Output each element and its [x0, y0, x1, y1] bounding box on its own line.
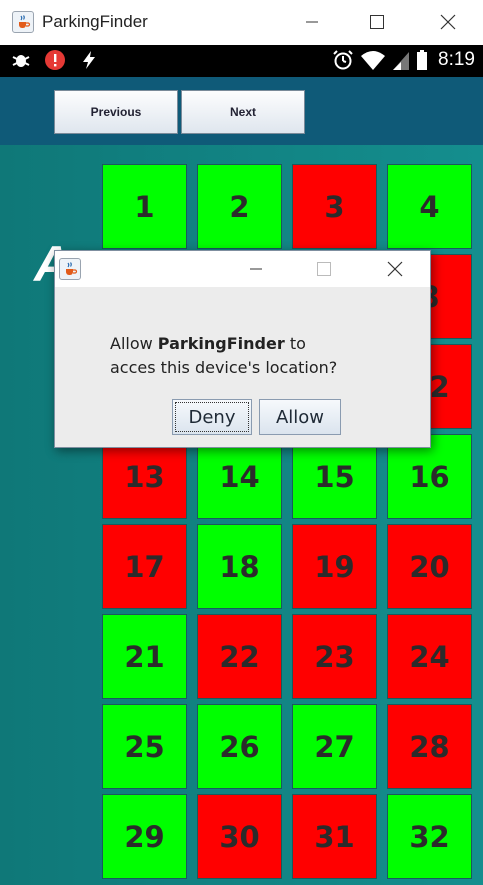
window-titlebar: ParkingFinder [0, 0, 483, 45]
dialog-message: Allow ParkingFinder to acces this device… [110, 332, 337, 380]
parking-spot-22[interactable]: 22 [197, 614, 282, 699]
minimize-icon [250, 268, 262, 270]
flash-icon [83, 51, 95, 69]
parking-spot-2[interactable]: 2 [197, 164, 282, 249]
dialog-close-button[interactable] [380, 255, 410, 283]
parking-spot-1[interactable]: 1 [102, 164, 187, 249]
message-line2: acces this device's location? [110, 358, 338, 377]
parking-spot-4[interactable]: 4 [387, 164, 472, 249]
parking-spot-28[interactable]: 28 [387, 704, 472, 789]
parking-spot-31[interactable]: 31 [292, 794, 377, 879]
maximize-icon [317, 262, 331, 276]
dialog-maximize-button[interactable] [309, 255, 339, 283]
java-cup-icon [59, 258, 81, 280]
signal-icon [393, 52, 410, 70]
allow-button[interactable]: Allow [259, 399, 341, 435]
status-bar: 8:19 [0, 45, 483, 77]
parking-spot-26[interactable]: 26 [197, 704, 282, 789]
battery-icon [417, 50, 428, 70]
window-title: ParkingFinder [42, 12, 148, 31]
wifi-icon [361, 51, 386, 70]
previous-button[interactable]: Previous [54, 90, 178, 134]
close-icon [440, 14, 456, 30]
parking-spot-30[interactable]: 30 [197, 794, 282, 879]
parking-spot-20[interactable]: 20 [387, 524, 472, 609]
deny-button[interactable]: Deny [172, 399, 252, 435]
minimize-icon [306, 21, 318, 23]
parking-spot-24[interactable]: 24 [387, 614, 472, 699]
next-button[interactable]: Next [181, 90, 305, 134]
message-prefix: Allow [110, 334, 158, 353]
app-header: Previous Next [0, 77, 483, 145]
message-suffix: to [284, 334, 306, 353]
alert-icon [45, 50, 65, 70]
parking-spot-3[interactable]: 3 [292, 164, 377, 249]
maximize-button[interactable] [362, 8, 392, 36]
close-icon [387, 261, 403, 277]
minimize-button[interactable] [297, 8, 327, 36]
parking-spot-27[interactable]: 27 [292, 704, 377, 789]
parking-spot-19[interactable]: 19 [292, 524, 377, 609]
dialog-minimize-button[interactable] [241, 255, 271, 283]
close-button[interactable] [433, 8, 463, 36]
parking-spot-18[interactable]: 18 [197, 524, 282, 609]
location-permission-dialog: Allow ParkingFinder to acces this device… [54, 250, 431, 448]
parking-spot-23[interactable]: 23 [292, 614, 377, 699]
message-app-name: ParkingFinder [157, 334, 285, 353]
dialog-titlebar [55, 251, 430, 287]
parking-spot-32[interactable]: 32 [387, 794, 472, 879]
parking-spot-25[interactable]: 25 [102, 704, 187, 789]
bug-icon [12, 55, 30, 67]
maximize-icon [370, 15, 384, 29]
status-clock: 8:19 [438, 49, 475, 70]
java-cup-icon [12, 11, 34, 33]
alarm-icon [333, 50, 353, 70]
parking-spot-21[interactable]: 21 [102, 614, 187, 699]
parking-spot-29[interactable]: 29 [102, 794, 187, 879]
parking-spot-17[interactable]: 17 [102, 524, 187, 609]
